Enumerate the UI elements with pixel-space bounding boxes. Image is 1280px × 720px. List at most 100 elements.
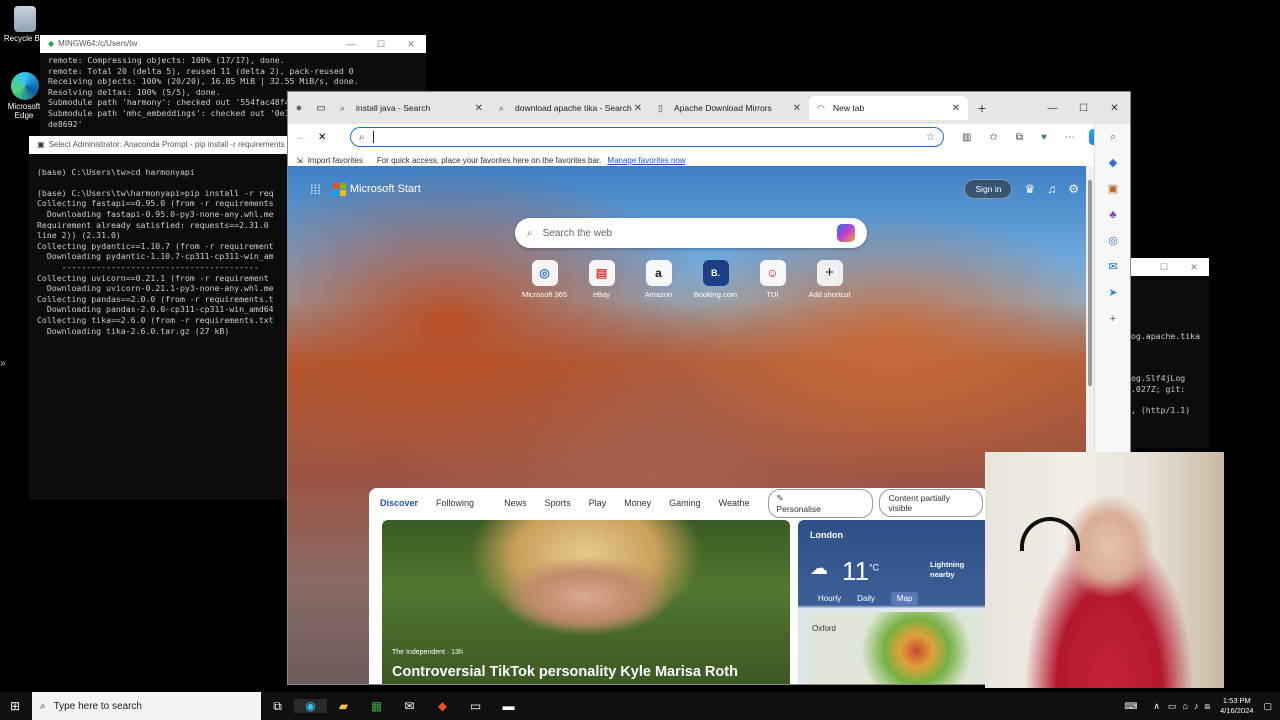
mail-icon[interactable]: ✉ xyxy=(393,699,426,713)
close-tab-icon[interactable]: ✕ xyxy=(952,103,960,114)
sidebar-send-icon[interactable]: ➤ xyxy=(1095,280,1130,306)
quick-link-add[interactable]: + Add shortcut xyxy=(801,260,858,299)
tab-apache-mirrors[interactable]: ▯ Apache Download Mirrors ✕ xyxy=(650,96,809,120)
terminal-icon[interactable]: ▭ xyxy=(459,699,492,713)
feed-tab-play[interactable]: Play xyxy=(589,498,607,508)
feed-tab-weather[interactable]: Weathe xyxy=(719,498,750,508)
minimize-icon[interactable]: — xyxy=(336,39,366,50)
scrollbar-thumb[interactable] xyxy=(1088,180,1092,386)
split-screen-icon[interactable]: ▥ xyxy=(962,132,971,143)
battery-icon[interactable]: ▭ xyxy=(1168,701,1177,712)
feed-tab-sports[interactable]: Sports xyxy=(545,498,571,508)
close-tab-icon[interactable]: ✕ xyxy=(634,103,642,114)
settings-gear-icon[interactable]: ⚙ xyxy=(1068,182,1079,196)
terminal-titlebar[interactable]: ▣ Select Administrator: Anaconda Prompt … xyxy=(29,136,291,154)
close-icon[interactable]: ✕ xyxy=(396,39,426,50)
start-brand[interactable]: Microsoft Start xyxy=(350,183,421,195)
news-card[interactable]: The Independent · 13h Controversial TikT… xyxy=(382,520,790,684)
weather-tab-map[interactable]: Map xyxy=(890,592,919,605)
extensions-icon[interactable]: ♥ xyxy=(1041,132,1047,143)
tab-new-tab[interactable]: ◠ New tab ✕ xyxy=(809,96,968,120)
sidebar-search-icon[interactable]: ⌕ xyxy=(1095,124,1130,150)
maximize-icon[interactable]: ☐ xyxy=(1068,103,1099,114)
taskbar-search-placeholder[interactable]: Type here to search xyxy=(54,701,142,712)
back-icon[interactable]: ← xyxy=(296,131,318,143)
weather-map[interactable]: Oxford xyxy=(808,612,989,684)
taskbar-clock[interactable]: 1:53 PM 4/16/2024 xyxy=(1220,696,1253,716)
import-favorites-link[interactable]: Import favorites xyxy=(308,156,363,165)
sidebar-tools-icon[interactable]: ▣ xyxy=(1095,176,1130,202)
task-view-icon[interactable]: ⧉ xyxy=(261,699,294,714)
close-tab-icon[interactable]: ✕ xyxy=(793,103,801,114)
weather-city[interactable]: London xyxy=(810,530,843,540)
favorite-star-icon[interactable]: ☆ xyxy=(926,132,935,143)
profile-icon[interactable]: ● xyxy=(288,102,310,114)
weather-card[interactable]: London ☁ 11°C Lightning nearby Hourly Da… xyxy=(798,520,989,684)
close-icon[interactable]: ✕ xyxy=(1179,262,1209,273)
feed-tab-following[interactable]: Following xyxy=(436,498,474,508)
web-search-placeholder[interactable]: Search the web xyxy=(543,228,613,239)
terminal-window-server[interactable]: ☐ ✕ og.apache.tika og.Slf4jLog .027Z; git… xyxy=(1131,258,1209,448)
terminal-titlebar[interactable]: ☐ ✕ xyxy=(1131,258,1209,276)
tab-download-tika[interactable]: ⌕ download apache tika - Search ✕ xyxy=(491,96,650,120)
weather-unit: °C xyxy=(869,562,880,573)
copilot-icon[interactable] xyxy=(837,224,855,242)
sign-in-button[interactable]: Sign in xyxy=(964,179,1013,199)
close-icon[interactable]: ✕ xyxy=(1099,103,1130,114)
sidebar-games-icon[interactable]: ♣ xyxy=(1095,202,1130,228)
manage-favorites-link[interactable]: Manage favorites now xyxy=(607,156,685,165)
new-tab-icon[interactable]: + xyxy=(968,100,996,116)
feed-tab-news[interactable]: News xyxy=(504,498,527,508)
terminal-titlebar[interactable]: ◆ MINGW64:/c/Users/tw — ☐ ✕ xyxy=(40,35,426,53)
sidebar-add-icon[interactable]: + xyxy=(1095,306,1130,332)
more-menu-icon[interactable]: ⋯ xyxy=(1065,132,1075,143)
file-explorer-icon[interactable]: ▰ xyxy=(327,699,360,713)
feed-tab-money[interactable]: Money xyxy=(624,498,651,508)
content-visibility-button[interactable]: Content partially visible xyxy=(879,489,983,517)
network-icon[interactable]: ⌂ xyxy=(1182,701,1187,711)
taskbar-search[interactable]: ⌕ Type here to search xyxy=(32,692,261,720)
git-gui-icon[interactable]: ◆ xyxy=(426,699,459,713)
sidebar-tag-icon[interactable]: ◆ xyxy=(1095,150,1130,176)
quick-link-microsoft-365[interactable]: ◎ Microsoft 365 xyxy=(516,260,573,299)
maximize-icon[interactable]: ☐ xyxy=(366,39,396,50)
personalise-button[interactable]: ✎ Personalise xyxy=(767,488,874,518)
start-windows-icon[interactable]: ⊞ xyxy=(10,699,20,713)
expand-arrow-icon[interactable]: » xyxy=(0,358,6,369)
tray-arrow-icon[interactable]: ∧ xyxy=(1153,701,1160,712)
store-icon[interactable]: ▦ xyxy=(360,699,393,713)
feed-tab-gaming[interactable]: Gaming xyxy=(669,498,701,508)
notifications-icon[interactable]: ♫ xyxy=(1047,182,1056,196)
quick-link-ebay[interactable]: ▤ eBay xyxy=(573,260,630,299)
maximize-icon[interactable]: ☐ xyxy=(1149,262,1179,273)
address-bar[interactable]: ⌕ ☆ xyxy=(350,127,944,147)
quick-link-amazon[interactable]: a Amazon xyxy=(630,260,687,299)
web-search-box[interactable]: ⌕ Search the web xyxy=(515,218,867,248)
weather-tab-daily[interactable]: Daily xyxy=(857,594,875,605)
feed-tab-discover[interactable]: Discover xyxy=(380,498,418,508)
news-headline[interactable]: Controversial TikTok personality Kyle Ma… xyxy=(392,664,738,680)
quick-link-booking[interactable]: B. Booking.com xyxy=(687,260,744,299)
terminal-window-conda[interactable]: ▣ Select Administrator: Anaconda Prompt … xyxy=(29,136,291,500)
search-icon: ⌕ xyxy=(359,131,365,143)
taskbar-edge-icon[interactable]: ◉ xyxy=(294,699,327,713)
collections-icon[interactable]: ⧉ xyxy=(1016,132,1023,143)
sidebar-m365-icon[interactable]: ◎ xyxy=(1095,228,1130,254)
minimize-icon[interactable]: — xyxy=(1037,103,1068,114)
language-icon[interactable]: ⧈ xyxy=(1204,701,1210,712)
volume-icon[interactable]: ♪ xyxy=(1194,701,1199,711)
weather-tab-hourly[interactable]: Hourly xyxy=(818,594,841,605)
notifications-icon[interactable]: ▢ xyxy=(1263,701,1272,712)
keyboard-icon[interactable]: ⌨ xyxy=(1124,701,1137,712)
stop-icon[interactable]: ✕ xyxy=(318,132,336,143)
favorites-icon[interactable]: ✩ xyxy=(989,132,997,143)
tab-actions-icon[interactable]: ▭ xyxy=(310,103,332,114)
sidebar-outlook-icon[interactable]: ✉ xyxy=(1095,254,1130,280)
app-launcher-icon[interactable]: ⁞⁞⁞ xyxy=(310,182,321,197)
tab-install-java[interactable]: ⌕ install java - Search ✕ xyxy=(332,96,491,120)
close-tab-icon[interactable]: ✕ xyxy=(475,103,483,114)
quick-link-tui[interactable]: ☺ TUI xyxy=(744,260,801,299)
console-icon[interactable]: ▬ xyxy=(492,699,525,713)
rewards-icon[interactable]: ♛ xyxy=(1024,182,1035,196)
address-input[interactable] xyxy=(372,131,374,143)
